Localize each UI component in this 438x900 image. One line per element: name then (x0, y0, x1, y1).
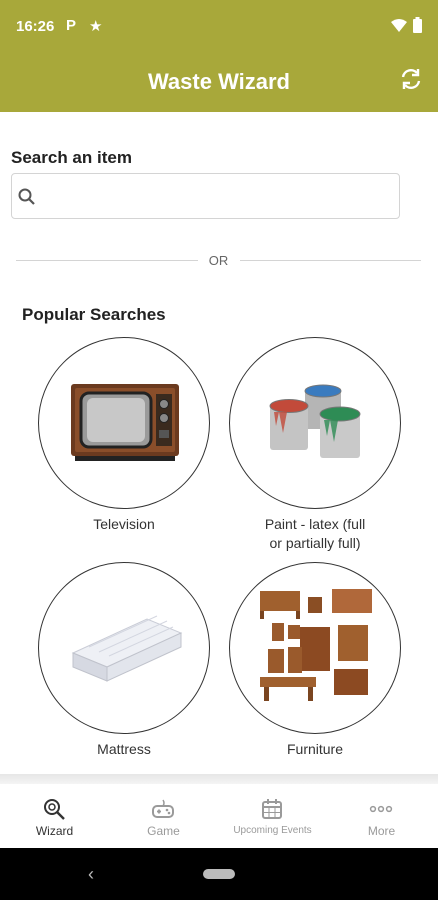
television-image-frame (38, 337, 210, 509)
furniture-image-frame (229, 562, 401, 734)
paint-image-frame (229, 337, 401, 509)
mattress-icon (71, 615, 183, 682)
wifi-icon (391, 19, 407, 32)
p-icon: P (66, 17, 77, 34)
status-bar: 16:26 P ★ (0, 0, 438, 52)
battery-icon (413, 17, 422, 33)
search-icon (18, 188, 35, 205)
status-time: 16:26 (16, 18, 55, 35)
tab-label: Wizard (35, 824, 74, 838)
tab-game[interactable]: Game (109, 784, 218, 848)
tab-upcoming-events[interactable]: Upcoming Events (218, 784, 327, 848)
mattress-image-frame (38, 562, 210, 734)
tab-label: Game (147, 824, 180, 838)
tab-more[interactable]: More (327, 784, 436, 848)
popular-item-label-line-1: Paint - latex (full (264, 516, 366, 532)
popular-item-label: Mattress (97, 741, 151, 757)
television-icon (71, 384, 179, 461)
or-divider: OR (16, 251, 421, 271)
app-bar: Waste Wizard (0, 52, 438, 112)
search-gear-icon (44, 799, 65, 820)
popular-item-television[interactable]: Television (37, 337, 211, 534)
or-text: OR (208, 253, 229, 268)
search-label: Search an item (11, 148, 132, 167)
popular-item-mattress[interactable]: Mattress (37, 562, 211, 759)
refresh-icon[interactable] (398, 66, 424, 92)
star-icon: ★ (89, 18, 103, 35)
page-title: Waste Wizard (147, 69, 290, 94)
popular-item-label: Television (93, 516, 155, 532)
home-pill-icon[interactable] (203, 869, 235, 879)
popular-item-label: Paint - latex (full or partially full) (228, 515, 402, 553)
more-icon (369, 805, 393, 813)
bottom-tab-bar: Wizard Game Upcoming Events More (0, 784, 438, 848)
search-input[interactable] (44, 182, 389, 212)
furniture-icon (260, 589, 372, 701)
divider-line-right (240, 260, 421, 261)
paint-cans-icon (269, 384, 361, 458)
back-chevron-icon[interactable]: ‹ (88, 864, 94, 885)
tab-wizard[interactable]: Wizard (0, 784, 109, 848)
popular-item-paint[interactable]: Paint - latex (full or partially full) (228, 337, 402, 553)
search-box[interactable] (11, 173, 400, 219)
popular-item-furniture[interactable]: Furniture (228, 562, 402, 759)
popular-item-label: Furniture (286, 741, 344, 757)
calendar-icon (262, 799, 282, 819)
gamepad-icon (152, 799, 174, 818)
divider-line-left (16, 260, 198, 261)
popular-item-label-line-2: or partially full) (269, 535, 361, 551)
tab-label: Upcoming Events (233, 825, 312, 836)
section-separator (0, 774, 438, 784)
popular-searches-title: Popular Searches (22, 305, 166, 324)
system-nav-bar: ‹ (0, 848, 438, 900)
tab-label: More (367, 824, 396, 838)
